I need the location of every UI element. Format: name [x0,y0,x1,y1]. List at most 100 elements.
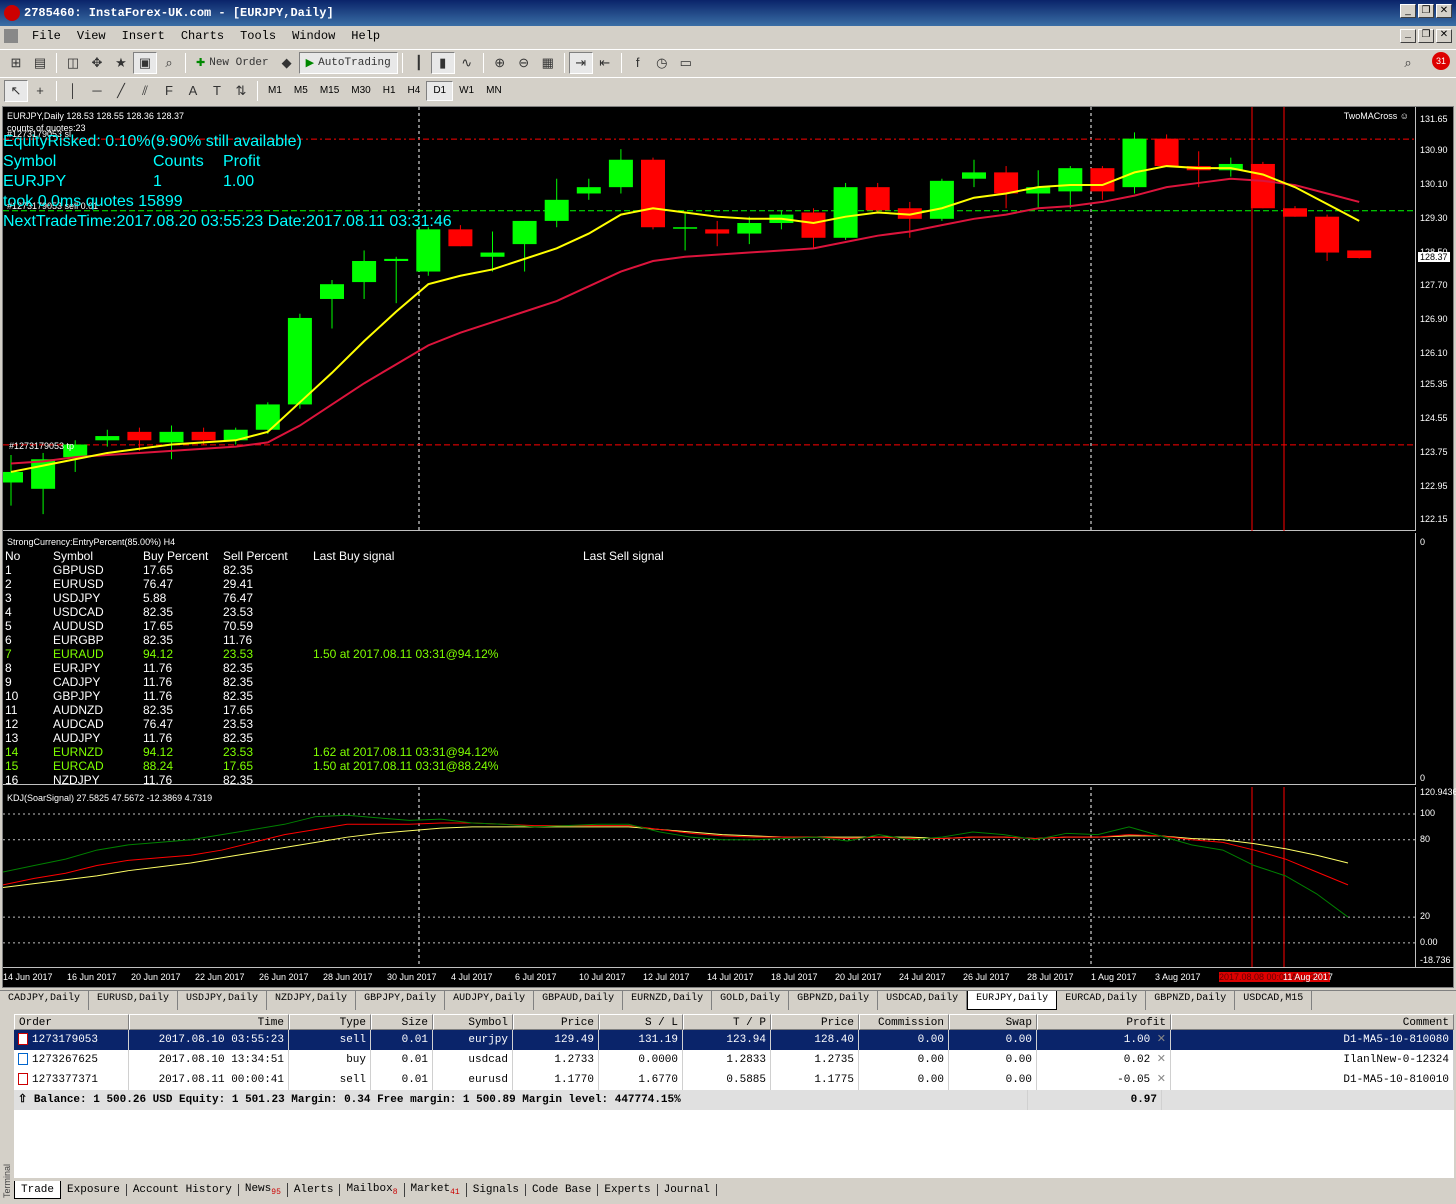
new-order-button[interactable]: ✚ New Order [190,52,275,74]
bar-chart-icon[interactable]: ┃ [407,52,431,74]
trade-row[interactable]: 1273179053 2017.08.10 03:55:23 sell 0.01 eur… [14,1030,1454,1050]
menu-file[interactable]: File [24,29,69,43]
autoscroll-icon[interactable]: ⇥ [568,51,593,74]
timeframe-mn[interactable]: MN [480,81,508,101]
horizontal-line-icon[interactable]: ─ [85,80,109,102]
price-axis[interactable]: 131.65130.90130.10129.30128.50127.70126.… [1415,107,1455,531]
crosshair-icon[interactable]: + [28,80,52,102]
chart-window[interactable]: EURJPY,Daily 128.53 128.55 128.36 128.37… [2,106,1456,988]
mdi-minimize-button[interactable]: _ [1400,29,1416,43]
column-header-time[interactable]: Time [129,1014,289,1030]
menu-tools[interactable]: Tools [232,29,284,43]
terminal-tab-market[interactable]: Market41 [405,1182,467,1198]
terminal-tab-trade[interactable]: Trade [14,1181,62,1199]
metaeditor-icon[interactable]: ◆ [275,52,299,74]
equidistant-channel-icon[interactable]: ⫽ [133,80,157,102]
navigator-icon[interactable]: ★ [109,52,133,74]
terminal-tab-mailbox[interactable]: Mailbox8 [340,1182,405,1198]
timeframe-h1[interactable]: H1 [377,81,402,101]
menu-view[interactable]: View [69,29,114,43]
templates-icon[interactable]: ▭ [674,52,698,74]
chart-tab[interactable]: GBPJPY,Daily [356,991,446,1010]
zoom-out-icon[interactable]: ⊖ [512,52,536,74]
terminal-tab-experts[interactable]: Experts [598,1184,658,1196]
column-header-profit[interactable]: Profit [1037,1014,1171,1030]
chart-tab[interactable]: AUDJPY,Daily [445,991,535,1010]
chart-tab[interactable]: GOLD,Daily [712,991,790,1010]
cursor-icon[interactable]: ↖ [4,79,28,102]
column-header-order[interactable]: Order [14,1014,129,1030]
menu-insert[interactable]: Insert [114,29,173,43]
market-watch-icon[interactable]: ◫ [61,52,85,74]
terminal-tab-signals[interactable]: Signals [467,1184,526,1196]
close-order-icon[interactable]: ✕ [1150,1054,1166,1066]
mdi-restore-button[interactable]: ❐ [1418,29,1434,43]
candlestick-icon[interactable]: ▮ [430,51,455,74]
zoom-in-icon[interactable]: ⊕ [488,52,512,74]
indicators-icon[interactable]: f [626,52,650,74]
autotrading-button[interactable]: ▶ AutoTrading [298,51,398,74]
trade-row[interactable]: 1273267625 2017.08.10 13:34:51 buy 0.01 usdc… [14,1050,1454,1070]
timeframe-h4[interactable]: H4 [402,81,427,101]
column-header-comm[interactable]: Commission [859,1014,949,1030]
text-icon[interactable]: A [181,80,205,102]
close-order-icon[interactable]: ✕ [1150,1074,1166,1086]
timeframe-m1[interactable]: M1 [262,81,288,101]
strategy-tester-icon[interactable]: ⌕ [157,52,181,74]
column-header-type[interactable]: Type [289,1014,371,1030]
column-header-cur[interactable]: Price [771,1014,859,1030]
notifications-badge[interactable]: 31 [1432,52,1450,70]
menu-window[interactable]: Window [284,29,343,43]
chart-tab[interactable]: EURNZD,Daily [623,991,713,1010]
close-button[interactable]: ✕ [1436,4,1452,18]
terminal-icon[interactable]: ▣ [133,51,157,74]
close-order-icon[interactable]: ✕ [1150,1034,1166,1046]
minimize-button[interactable]: _ [1400,4,1416,18]
line-chart-icon[interactable]: ∿ [455,52,479,74]
column-header-sl[interactable]: S / L [599,1014,683,1030]
chart-tab[interactable]: GBPNZD,Daily [1146,991,1236,1010]
timeframe-d1[interactable]: D1 [426,80,454,101]
chart-tab[interactable]: USDCAD,M15 [1235,991,1313,1010]
terminal-tab-journal[interactable]: Journal [658,1184,717,1196]
chart-tab[interactable]: USDJPY,Daily [178,991,268,1010]
chart-tab[interactable]: EURCAD,Daily [1057,991,1147,1010]
new-chart-icon[interactable]: ⊞ [4,52,28,74]
column-header-size[interactable]: Size [371,1014,433,1030]
profiles-icon[interactable]: ▤ [28,52,52,74]
mdi-close-button[interactable]: ✕ [1436,29,1452,43]
arrows-icon[interactable]: ⇅ [229,80,253,102]
chart-tab[interactable]: GBPNZD,Daily [789,991,879,1010]
terminal-side-label[interactable]: Terminal [0,1012,14,1204]
timeframe-w1[interactable]: W1 [453,81,480,101]
chart-tab[interactable]: CADJPY,Daily [0,991,90,1010]
timeframe-m15[interactable]: M15 [314,81,345,101]
restore-button[interactable]: ❐ [1418,4,1434,18]
vertical-line-icon[interactable]: │ [61,80,85,102]
tile-windows-icon[interactable]: ▦ [536,52,560,74]
chart-tab[interactable]: EURUSD,Daily [89,991,179,1010]
column-header-tp[interactable]: T / P [683,1014,771,1030]
trendline-icon[interactable]: ╱ [109,80,133,102]
timeframe-m5[interactable]: M5 [288,81,314,101]
time-axis[interactable]: 14 Jun 2017 16 Jun 2017 20 Jun 2017 22 Jun … [3,967,1455,987]
column-header-comment[interactable]: Comment [1171,1014,1454,1030]
chart-window-icon[interactable] [4,29,18,43]
terminal-tab-news[interactable]: News95 [239,1182,288,1198]
trade-row[interactable]: 1273377371 2017.08.11 00:00:41 sell 0.01 eur… [14,1070,1454,1090]
timeframe-m30[interactable]: M30 [345,81,376,101]
chart-tab[interactable]: NZDJPY,Daily [267,991,357,1010]
kdj-pane[interactable]: KDJ(SoarSignal) 27.5825 47.5672 -12.3869… [3,787,1415,967]
menu-help[interactable]: Help [343,29,388,43]
terminal-tab-code-base[interactable]: Code Base [526,1184,599,1196]
chart-tab[interactable]: USDCAD,Daily [878,991,968,1010]
fibonacci-icon[interactable]: F [157,80,181,102]
terminal-tab-exposure[interactable]: Exposure [61,1184,127,1196]
text-label-icon[interactable]: T [205,80,229,102]
chart-shift-icon[interactable]: ⇤ [593,52,617,74]
terminal-tab-account-history[interactable]: Account History [127,1184,239,1196]
chart-tab[interactable]: GBPAUD,Daily [534,991,624,1010]
price-pane[interactable]: EURJPY,Daily 128.53 128.55 128.36 128.37… [3,107,1415,531]
menu-charts[interactable]: Charts [173,29,232,43]
chart-tab[interactable]: EURJPY,Daily [967,991,1058,1010]
